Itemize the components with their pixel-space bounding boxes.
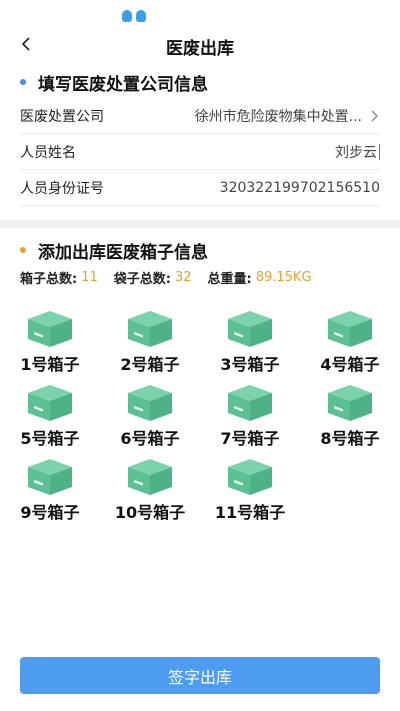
- box-item[interactable]: 9号箱子: [0, 457, 100, 523]
- box-item-label: 11号箱子: [214, 503, 286, 522]
- nav-bar: 医废出库: [0, 30, 400, 62]
- box-item-label: 3号箱子: [220, 355, 280, 374]
- name-field-value[interactable]: 刘步云: [335, 142, 380, 162]
- box-icon: [228, 385, 272, 421]
- box-item-label: 4号箱子: [320, 355, 380, 374]
- box-item[interactable]: 10号箱子: [100, 457, 200, 523]
- box-item[interactable]: 2号箱子: [100, 309, 200, 375]
- chevron-right-icon: [371, 110, 378, 121]
- box-summary: 箱子总数: 11 袋子总数: 32 总重量: 89.15KG: [0, 268, 400, 287]
- id-field[interactable]: 人员身份证号 320322199702156510: [20, 170, 380, 206]
- box-section-header: 添加出库医废箱子信息: [0, 238, 400, 263]
- box-icon: [228, 311, 272, 347]
- qq-icon: [136, 10, 146, 22]
- box-icon: [328, 311, 372, 347]
- box-item[interactable]: 7号箱子: [200, 383, 300, 449]
- company-section-header: 填写医废处置公司信息: [0, 70, 400, 95]
- box-item[interactable]: 4号箱子: [300, 309, 400, 375]
- box-icon: [128, 459, 172, 495]
- page: 医废出库 填写医废处置公司信息 医废处置公司 徐州市危险废物集中处置... 人员…: [0, 0, 400, 711]
- blue-dot-icon: [20, 79, 26, 85]
- box-count-value: 11: [81, 270, 98, 285]
- section-divider: [0, 220, 400, 228]
- box-item-label: 2号箱子: [120, 355, 180, 374]
- box-count-label: 箱子总数:: [20, 272, 78, 287]
- box-item-label: 8号箱子: [320, 429, 380, 448]
- company-field[interactable]: 医废处置公司 徐州市危险废物集中处置...: [20, 98, 380, 134]
- box-icon: [28, 311, 72, 347]
- box-section-title: 添加出库医废箱子信息: [38, 242, 208, 263]
- box-item-label: 6号箱子: [120, 429, 180, 448]
- company-form: 医废处置公司 徐州市危险废物集中处置... 人员姓名 刘步云 人员身份证号 32…: [20, 98, 380, 206]
- box-icon: [228, 459, 272, 495]
- company-field-label: 医废处置公司: [20, 108, 104, 125]
- weight-label: 总重量:: [207, 272, 252, 287]
- box-icon: [28, 385, 72, 421]
- box-icon: [128, 311, 172, 347]
- company-section-title: 填写医废处置公司信息: [38, 74, 208, 95]
- status-bar: [0, 0, 400, 30]
- box-item-label: 5号箱子: [20, 429, 80, 448]
- company-field-value: 徐州市危险废物集中处置...: [194, 108, 362, 125]
- box-item-label: 10号箱子: [114, 503, 186, 522]
- bag-count-value: 32: [174, 270, 192, 285]
- orange-dot-icon: [20, 247, 26, 253]
- name-field-label: 人员姓名: [20, 144, 76, 161]
- box-item-label: 1号箱子: [20, 355, 80, 374]
- box-grid: 1号箱子 2号箱子 3号箱子 4号箱子 5号箱子 6号箱子 7号箱子 8号箱子 9号箱子 10号箱…: [0, 309, 400, 523]
- box-item-label: 7号箱子: [220, 429, 280, 448]
- qq-icon: [122, 10, 132, 22]
- box-icon: [28, 459, 72, 495]
- name-field[interactable]: 人员姓名 刘步云: [20, 134, 380, 170]
- box-item[interactable]: 8号箱子: [300, 383, 400, 449]
- page-title: 医废出库: [166, 39, 234, 59]
- box-icon: [128, 385, 172, 421]
- box-item[interactable]: 6号箱子: [100, 383, 200, 449]
- sign-checkout-button[interactable]: 签字出库: [20, 657, 380, 694]
- box-icon: [328, 385, 372, 421]
- weight-value: 89.15KG: [255, 270, 312, 285]
- bag-count-label: 袋子总数:: [113, 272, 171, 287]
- box-item[interactable]: 3号箱子: [200, 309, 300, 375]
- box-item-label: 9号箱子: [20, 503, 80, 522]
- id-field-value[interactable]: 320322199702156510: [220, 180, 380, 196]
- id-field-label: 人员身份证号: [20, 180, 104, 197]
- box-item[interactable]: 5号箱子: [0, 383, 100, 449]
- box-item[interactable]: 1号箱子: [0, 309, 100, 375]
- box-item[interactable]: 11号箱子: [200, 457, 300, 523]
